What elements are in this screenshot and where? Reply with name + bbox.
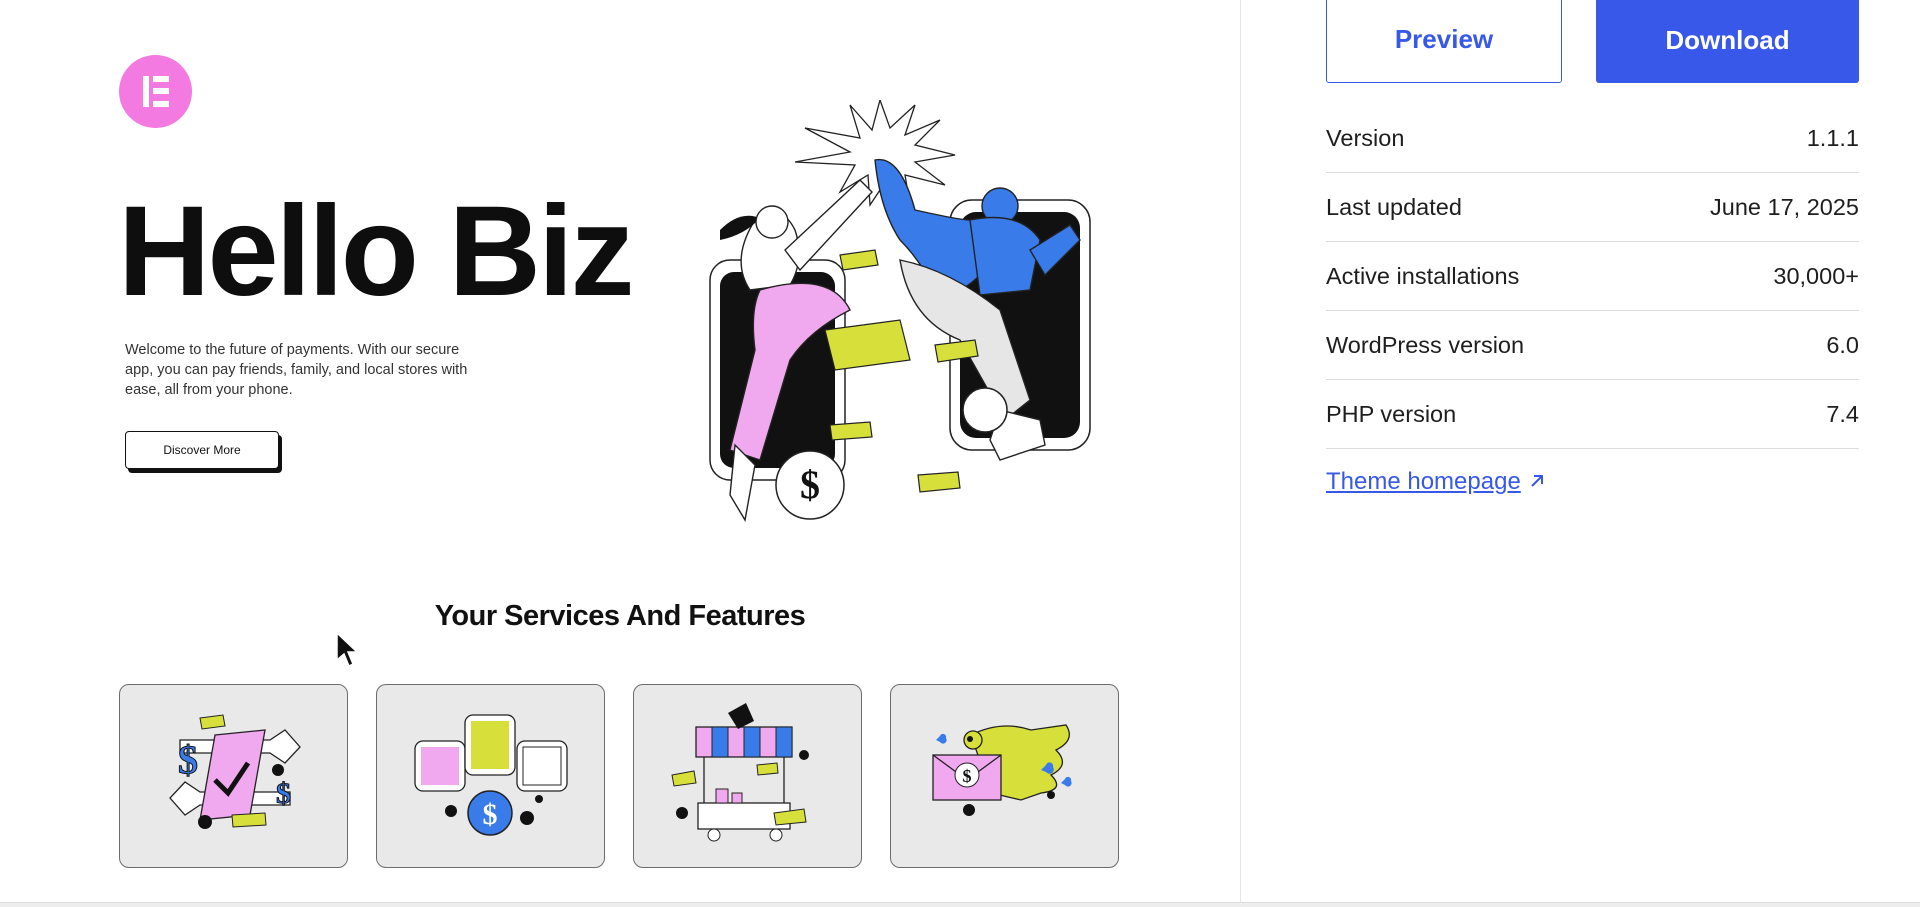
bottom-scroll-edge bbox=[0, 902, 1920, 907]
high-five-illustration: $ bbox=[709, 100, 1091, 522]
meta-row-wordpress-version: WordPress version 6.0 bbox=[1326, 311, 1859, 380]
elementor-logo-icon bbox=[119, 55, 192, 128]
meta-row-active-installations: Active installations 30,000+ bbox=[1326, 242, 1859, 311]
services-title: Your Services And Features bbox=[434, 600, 806, 632]
meta-value: 7.4 bbox=[1826, 400, 1859, 427]
svg-text:$: $ bbox=[483, 798, 498, 831]
meta-row-php-version: PHP version 7.4 bbox=[1326, 380, 1859, 449]
pane-divider bbox=[1240, 0, 1241, 907]
social-payments-icon: $ bbox=[414, 714, 568, 836]
svg-text:$: $ bbox=[276, 777, 291, 810]
preview-button[interactable]: Preview bbox=[1326, 0, 1562, 83]
theme-homepage-link[interactable]: Theme homepage bbox=[1326, 468, 1545, 496]
meta-value: 30,000+ bbox=[1773, 262, 1859, 289]
meta-value: 6.0 bbox=[1826, 331, 1859, 358]
meta-label: Last updated bbox=[1326, 193, 1462, 220]
discover-more-button[interactable]: Discover More bbox=[125, 431, 279, 469]
svg-text:$: $ bbox=[800, 462, 820, 507]
theme-meta-list: Version 1.1.1 Last updated June 17, 2025… bbox=[1326, 104, 1859, 449]
hero-description: Welcome to the future of payments. With … bbox=[125, 342, 468, 398]
service-card: $ bbox=[890, 684, 1119, 868]
meta-label: Version bbox=[1326, 124, 1405, 151]
theme-homepage-label: Theme homepage bbox=[1326, 468, 1521, 495]
meta-label: WordPress version bbox=[1326, 331, 1525, 358]
meta-label: PHP version bbox=[1326, 400, 1457, 427]
external-arrow-icon bbox=[1529, 468, 1545, 496]
service-card bbox=[633, 684, 862, 868]
theme-preview-screenshot: Hello Biz Welcome to the future of payme… bbox=[0, 0, 1240, 907]
meta-value: June 17, 2025 bbox=[1710, 193, 1859, 220]
market-stall-icon bbox=[671, 703, 809, 842]
mouse-cursor-icon bbox=[336, 632, 358, 668]
hero-title: Hello Biz bbox=[118, 180, 634, 323]
meta-row-version: Version 1.1.1 bbox=[1326, 104, 1859, 173]
service-card: $ $ bbox=[119, 684, 348, 868]
download-button[interactable]: Download bbox=[1596, 0, 1859, 83]
action-buttons: Preview Download bbox=[1326, 0, 1859, 83]
svg-text:$: $ bbox=[963, 766, 972, 786]
svg-text:$: $ bbox=[178, 737, 198, 782]
bird-envelope-icon: $ bbox=[932, 724, 1072, 816]
meta-row-last-updated: Last updated June 17, 2025 bbox=[1326, 173, 1859, 242]
payment-check-icon: $ $ bbox=[169, 714, 301, 829]
service-card: $ bbox=[376, 684, 605, 868]
meta-value: 1.1.1 bbox=[1806, 124, 1859, 151]
meta-label: Active installations bbox=[1326, 262, 1520, 289]
